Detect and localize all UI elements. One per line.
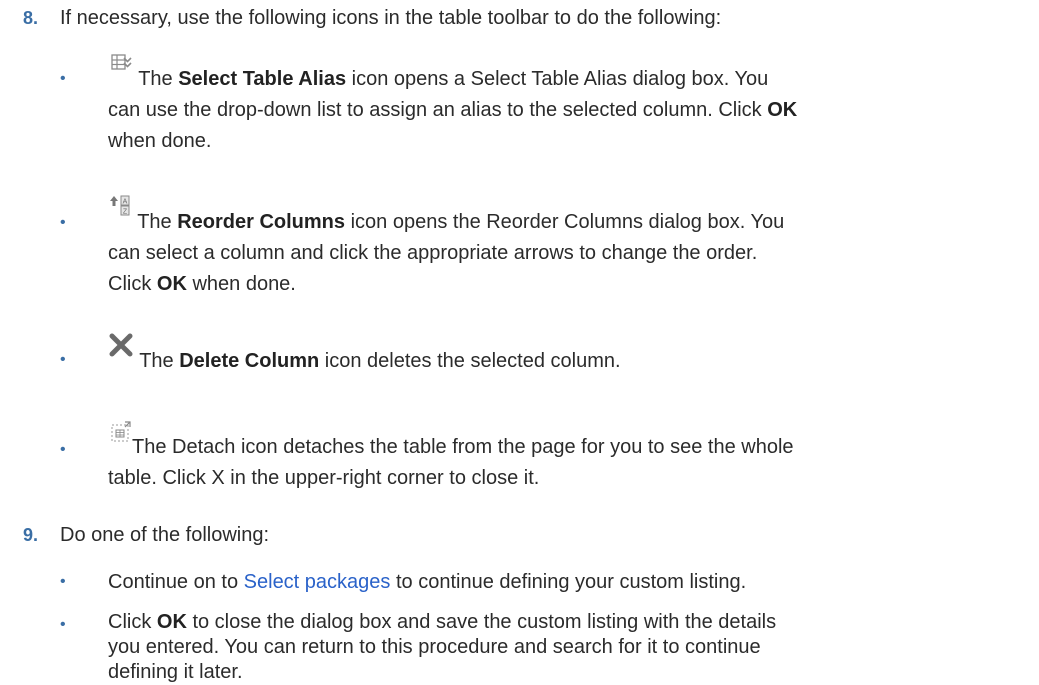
bullet-text: The Select Table Alias icon opens a Sele… xyxy=(108,52,938,157)
bullet-dot: • xyxy=(60,214,66,231)
bullet-dot: • xyxy=(60,70,66,87)
select-packages-link[interactable]: Select packages xyxy=(244,571,391,593)
svg-text:Z: Z xyxy=(123,209,128,216)
bullet-dot: • xyxy=(60,573,66,590)
bullet-text: The Detach icon detaches the table from … xyxy=(108,421,938,494)
bullet-text: A Z The Reorder Columns icon opens the R… xyxy=(108,194,938,300)
step-text: If necessary, use the following icons in… xyxy=(60,7,722,29)
bullet-text: Continue on to Select packages to contin… xyxy=(108,571,747,593)
bullet-dot: • xyxy=(60,616,66,633)
bullet-text: Click OK to close the dialog box and sav… xyxy=(108,611,777,683)
bullet-text: The Delete Column icon deletes the selec… xyxy=(108,333,938,377)
step-number: 9. xyxy=(23,525,39,545)
bullet-dot: • xyxy=(60,441,66,458)
bullet-dot: • xyxy=(60,351,66,368)
delete-column-icon xyxy=(108,333,134,367)
svg-text:A: A xyxy=(123,199,128,206)
step-text: Do one of the following: xyxy=(60,524,270,546)
select-table-alias-icon xyxy=(111,52,133,83)
detach-icon xyxy=(110,421,132,453)
step-number: 8. xyxy=(23,8,39,28)
reorder-columns-icon: A Z xyxy=(110,194,132,226)
